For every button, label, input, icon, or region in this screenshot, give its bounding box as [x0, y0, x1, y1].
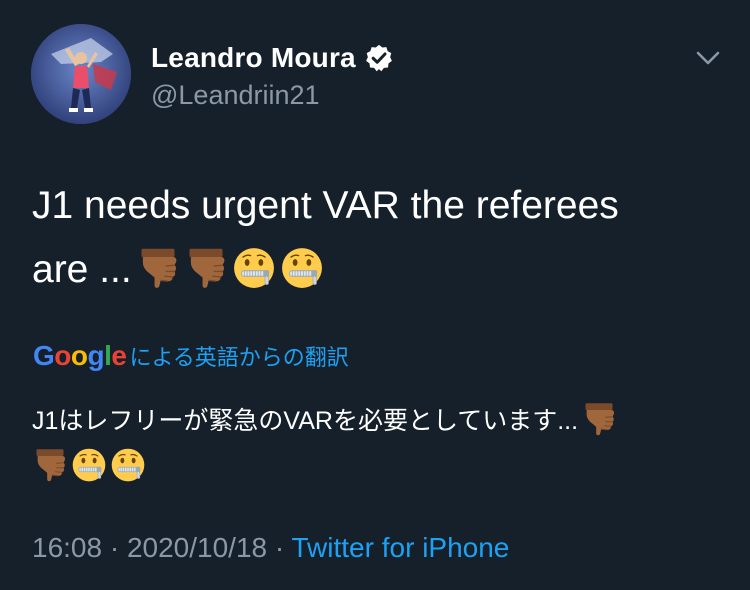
meta-separator: · — [102, 532, 127, 563]
author-info: Leandro Moura @Leandriin21 — [151, 40, 394, 111]
tweet-text-line-2: are ... — [32, 238, 722, 302]
thumbs-down-emoji-icon — [184, 246, 228, 290]
translated-text: J1はレフリーが緊急のVARを必要としています... — [32, 398, 722, 490]
tweet-time[interactable]: 16:08 — [32, 532, 102, 563]
translation-attribution[interactable]: Google による英語からの翻訳 — [33, 338, 349, 374]
translated-text-line-2 — [32, 444, 722, 490]
tweet-meta: 16:08 · 2020/10/18 · Twitter for iPhone — [32, 532, 509, 564]
tweet-text-line-2-text: are ... — [32, 248, 132, 291]
avatar-photo-icon — [31, 24, 131, 124]
user-handle[interactable]: @Leandriin21 — [151, 80, 394, 111]
thumbs-down-emoji-icon — [32, 447, 68, 483]
tweet-date[interactable]: 2020/10/18 — [127, 532, 267, 563]
zipper-mouth-face-emoji-icon — [110, 447, 146, 483]
translated-text-line-1: J1はレフリーが緊急のVARを必要としています... — [32, 398, 722, 444]
translation-label[interactable]: による英語からの翻訳 — [129, 340, 348, 372]
zipper-mouth-face-emoji-icon — [71, 447, 107, 483]
verified-badge-icon — [365, 44, 392, 72]
tweet-source-link[interactable]: Twitter for iPhone — [292, 532, 510, 563]
thumbs-down-emoji-icon — [136, 246, 180, 290]
zipper-mouth-face-emoji-icon — [232, 246, 276, 290]
translated-text-line-1-text: J1はレフリーが緊急のVARを必要としています... — [32, 407, 579, 435]
avatar[interactable] — [31, 24, 131, 124]
zipper-mouth-face-emoji-icon — [280, 246, 324, 290]
display-name[interactable]: Leandro Moura — [151, 42, 356, 74]
tweet-text: J1 needs urgent VAR the referees are ... — [32, 174, 722, 302]
meta-separator: · — [267, 532, 292, 563]
name-row: Leandro Moura — [151, 40, 394, 76]
google-logo: Google — [33, 340, 127, 371]
tweet-text-line-1: J1 needs urgent VAR the referees — [32, 184, 619, 227]
chevron-down-icon[interactable] — [693, 46, 723, 70]
thumbs-down-emoji-icon — [581, 401, 617, 437]
